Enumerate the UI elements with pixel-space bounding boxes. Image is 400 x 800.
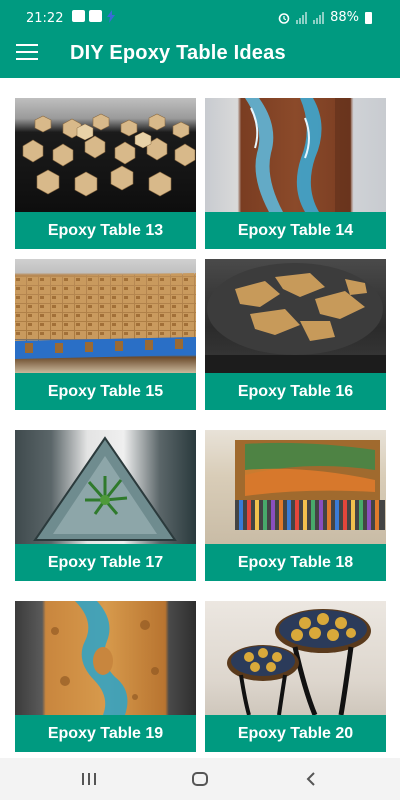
card-epoxy-table-13[interactable]: Epoxy Table 13 [15, 98, 196, 249]
gallery-icon [72, 10, 85, 22]
card-epoxy-table-19[interactable]: Epoxy Table 19 [15, 601, 196, 752]
status-time: 21:22 [26, 11, 64, 26]
card-image [15, 430, 196, 544]
card-image [15, 259, 196, 373]
recents-icon[interactable] [74, 768, 104, 790]
card-image [15, 98, 196, 212]
signal-icon-2 [313, 11, 325, 24]
notification-icons [72, 10, 116, 23]
card-epoxy-table-14[interactable]: Epoxy Table 14 [205, 98, 386, 249]
table-ideas-grid[interactable]: Epoxy Table 13 Epoxy Table 14 Epoxy Tabl… [0, 78, 400, 758]
card-image [205, 430, 386, 544]
card-epoxy-table-17[interactable]: Epoxy Table 17 [15, 430, 196, 581]
hamburger-menu-icon[interactable] [16, 44, 38, 62]
card-label: Epoxy Table 17 [15, 544, 196, 581]
card-epoxy-table-15[interactable]: Epoxy Table 15 [15, 259, 196, 410]
home-icon[interactable] [185, 768, 215, 790]
battery-percent: 88% [330, 10, 359, 25]
card-image [205, 98, 386, 212]
card-image [15, 601, 196, 715]
battery-icon [365, 11, 372, 24]
status-right: 88% [278, 10, 372, 25]
card-label: Epoxy Table 13 [15, 212, 196, 249]
card-image [205, 601, 386, 715]
app-title: DIY Epoxy Table Ideas [70, 42, 286, 64]
card-epoxy-table-16[interactable]: Epoxy Table 16 [205, 259, 386, 410]
system-nav-bar [0, 758, 400, 800]
card-label: Epoxy Table 16 [205, 373, 386, 410]
signal-icon [296, 11, 308, 24]
card-epoxy-table-20[interactable]: Epoxy Table 20 [205, 601, 386, 752]
app-bar: DIY Epoxy Table Ideas [0, 28, 400, 78]
alarm-icon [278, 12, 290, 24]
flash-icon [107, 10, 115, 23]
card-image [205, 259, 386, 373]
card-label: Epoxy Table 14 [205, 212, 386, 249]
youtube-icon [89, 10, 102, 22]
card-label: Epoxy Table 18 [205, 544, 386, 581]
back-icon[interactable] [296, 768, 326, 790]
card-label: Epoxy Table 19 [15, 715, 196, 752]
card-label: Epoxy Table 15 [15, 373, 196, 410]
card-epoxy-table-18[interactable]: Epoxy Table 18 [205, 430, 386, 581]
card-label: Epoxy Table 20 [205, 715, 386, 752]
